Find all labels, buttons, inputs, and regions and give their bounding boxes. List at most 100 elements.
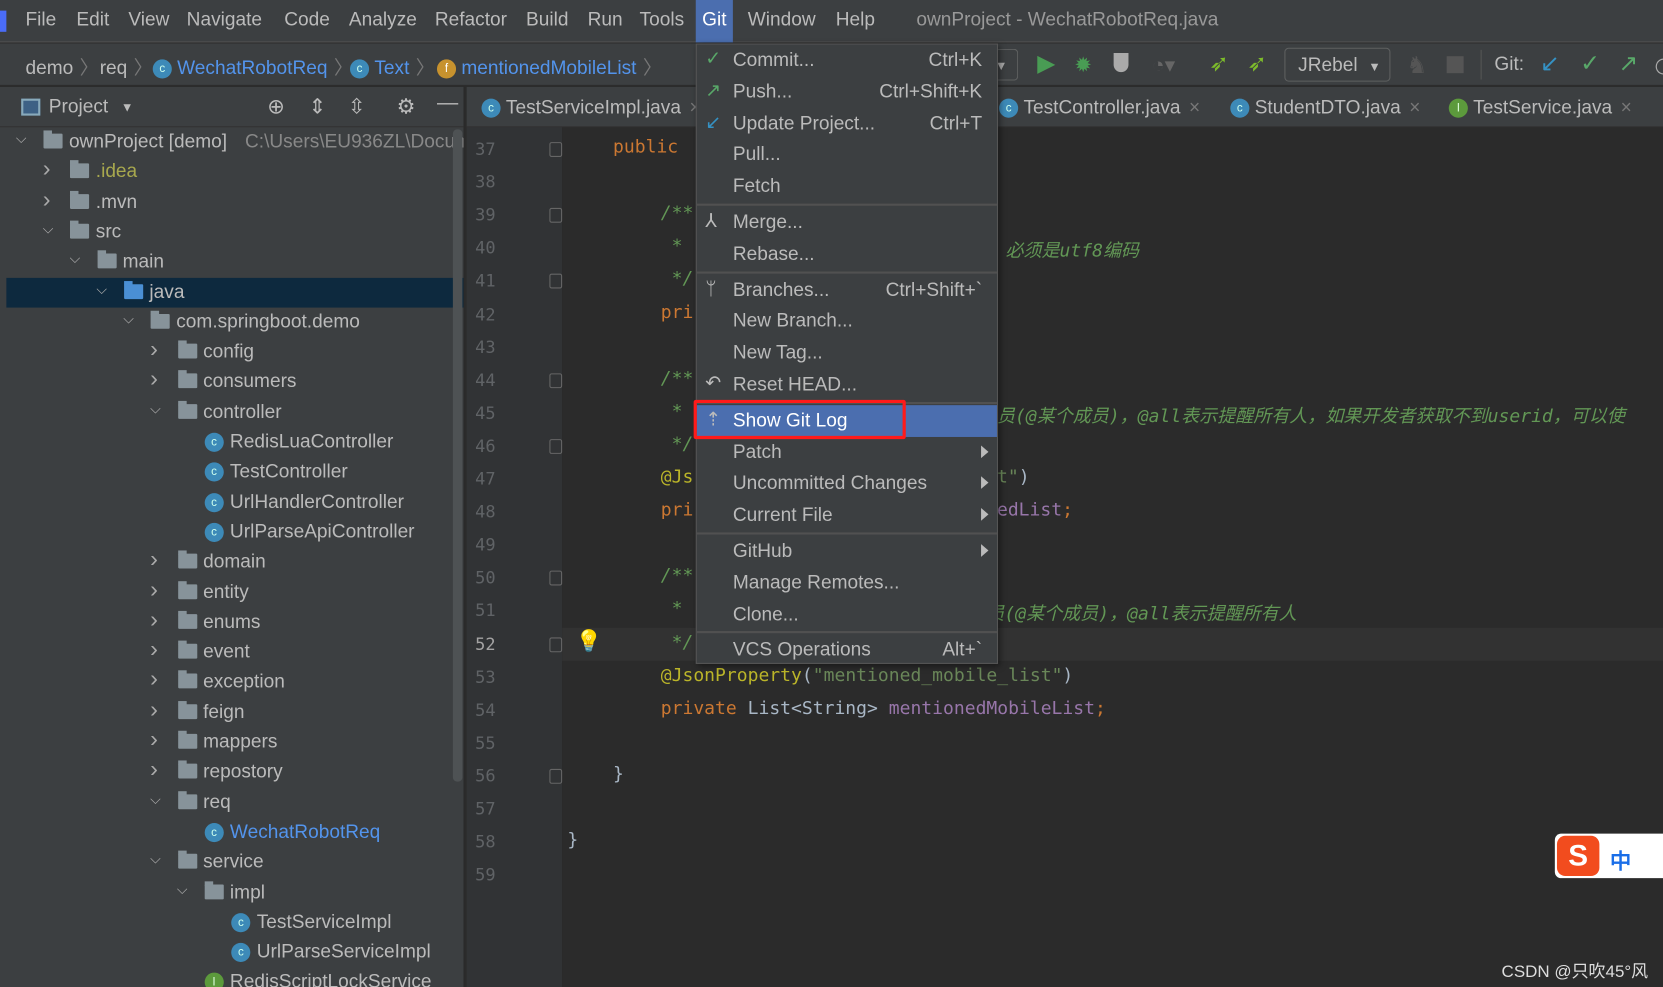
chevron-right-icon[interactable]: › <box>150 335 158 363</box>
tree-item-impl[interactable]: ⌵ impl <box>6 878 463 908</box>
chevron-right-icon[interactable]: › <box>150 635 158 663</box>
tab-testservice-java[interactable]: I TestService.java × <box>1448 97 1632 119</box>
menu-item-new-branch[interactable]: New Branch... <box>697 306 997 338</box>
menu-item-vcs-operations[interactable]: VCS Operations Alt+` <box>697 635 997 667</box>
menu-item-commit[interactable]: ✓ Commit... Ctrl+K <box>697 45 997 77</box>
menu-run[interactable]: Run <box>588 8 623 30</box>
chevron-right-icon[interactable]: › <box>150 545 158 573</box>
fold-marker-icon[interactable] <box>549 570 563 586</box>
menu-code[interactable]: Code <box>284 8 330 30</box>
tree-item-java[interactable]: ⌵ java <box>6 277 464 308</box>
chevron-right-icon[interactable]: › <box>150 725 158 753</box>
menu-analyze[interactable]: Analyze <box>349 8 417 30</box>
menu-item-current-file[interactable]: Current File <box>697 500 997 532</box>
chevron-down-icon[interactable]: ⌵ <box>177 881 187 898</box>
chevron-down-icon[interactable]: ⌵ <box>150 791 160 808</box>
tree-item-req[interactable]: ⌵ req <box>6 788 463 818</box>
expand-all-icon[interactable]: ⇕ <box>309 93 327 120</box>
menu-item-clone[interactable]: Clone... <box>697 599 997 631</box>
menu-navigate[interactable]: Navigate <box>187 8 262 30</box>
chevron-down-icon[interactable]: ⌵ <box>123 311 133 328</box>
fold-marker-icon[interactable] <box>549 768 563 784</box>
tree-item-repostory[interactable]: › repostory <box>6 755 463 788</box>
tree-item-redisluacontroller[interactable]: c RedisLuaController <box>6 427 463 457</box>
menu-item-fetch[interactable]: Fetch <box>697 171 997 203</box>
tree-item-urlhandlercontroller[interactable]: c UrlHandlerController <box>6 487 463 517</box>
chevron-right-icon[interactable]: › <box>150 575 158 603</box>
breadcrumb-demo[interactable]: demo 〉 <box>25 53 98 81</box>
chevron-right-icon[interactable]: › <box>43 155 51 183</box>
tree-item-exception[interactable]: › exception <box>6 665 463 698</box>
run-config-select[interactable]: JRebel ▼ <box>1284 47 1391 82</box>
stop-icon[interactable] <box>1446 56 1464 74</box>
tree-item-controller[interactable]: ⌵ controller <box>6 397 463 427</box>
tree-item-main[interactable]: ⌵ main <box>6 247 463 277</box>
menu-item-new-tag[interactable]: New Tag... <box>697 337 997 369</box>
tree-item-consumers[interactable]: › consumers <box>6 365 463 397</box>
breadcrumb-req[interactable]: req 〉 <box>100 53 153 81</box>
jrebel-debug-icon[interactable]: ➶ <box>1247 50 1267 78</box>
rerun-icon[interactable]: ♞ <box>1406 52 1427 80</box>
tree-item-testserviceimpl[interactable]: c TestServiceImpl <box>6 908 463 938</box>
tree-item-mappers[interactable]: › mappers <box>6 725 463 758</box>
menu-item-github[interactable]: GitHub <box>697 536 997 568</box>
tree-item-ownproject-demo-[interactable]: ⌵ ownProject [demo] C:\Users\EU936ZL\Docum <box>6 127 463 157</box>
project-view-dropdown-icon[interactable]: ▼ <box>121 100 134 115</box>
menu-file[interactable]: File <box>25 8 56 30</box>
breadcrumb-text[interactable]: c Text 〉 <box>349 53 435 81</box>
chevron-down-icon[interactable]: ⌵ <box>96 281 106 298</box>
menu-item-patch[interactable]: Patch <box>697 437 997 469</box>
history-icon[interactable]: ◷ <box>1655 52 1663 79</box>
menu-view[interactable]: View <box>128 8 169 30</box>
tree-item-event[interactable]: › event <box>6 635 463 668</box>
intention-bulb-icon[interactable]: 💡 <box>576 628 602 655</box>
chevron-down-icon[interactable]: ⌵ <box>16 130 26 147</box>
menu-git[interactable]: Git <box>695 0 733 43</box>
chevron-right-icon[interactable]: › <box>150 605 158 633</box>
menu-tools[interactable]: Tools <box>640 8 685 30</box>
tree-item-testcontroller[interactable]: c TestController <box>6 457 463 487</box>
menu-item-reset-head[interactable]: ↶ Reset HEAD... <box>697 369 997 401</box>
coverage-icon[interactable] <box>1113 53 1129 73</box>
tree-item-wechatrobotreq[interactable]: c WechatRobotReq <box>6 818 463 848</box>
menu-item-uncommitted-changes[interactable]: Uncommitted Changes <box>697 468 997 500</box>
tree-item-config[interactable]: › config <box>6 335 463 367</box>
fold-marker-icon[interactable] <box>549 372 563 388</box>
fold-marker-icon[interactable] <box>549 208 563 223</box>
menu-item-manage-remotes[interactable]: Manage Remotes... <box>697 567 997 599</box>
menu-item-update-project[interactable]: ↙ Update Project... Ctrl+T <box>697 108 997 140</box>
project-panel-title[interactable]: Project <box>49 95 108 117</box>
settings-gear-icon[interactable]: ⚙ <box>397 93 416 120</box>
hide-panel-icon[interactable]: — <box>437 91 458 115</box>
close-tab-icon[interactable]: × <box>1189 97 1200 118</box>
tree-item-service[interactable]: ⌵ service <box>6 848 463 878</box>
tree-item-enums[interactable]: › enums <box>6 605 463 638</box>
chevron-down-icon[interactable]: ⌵ <box>70 251 80 268</box>
profile-icon[interactable]: ◔▾ <box>1152 52 1175 79</box>
git-update-icon[interactable]: ↙ <box>1540 50 1560 78</box>
run-icon[interactable]: ▶ <box>1037 50 1055 78</box>
tab-studentdto-java[interactable]: c StudentDTO.java × <box>1230 97 1420 119</box>
chevron-right-icon[interactable]: › <box>150 365 158 393</box>
close-tab-icon[interactable]: × <box>1621 97 1632 118</box>
tree-item-urlparseserviceimpl[interactable]: c UrlParseServiceImpl <box>6 938 463 968</box>
tree-item-urlparseapicontroller[interactable]: c UrlParseApiController <box>6 517 463 547</box>
git-commit-icon[interactable]: ✓ <box>1580 50 1600 78</box>
collapse-all-icon[interactable]: ⇳ <box>348 93 366 120</box>
fold-marker-icon[interactable] <box>549 274 563 289</box>
locate-icon[interactable]: ⊕ <box>267 93 285 120</box>
chevron-right-icon[interactable]: › <box>150 665 158 693</box>
tree-item-entity[interactable]: › entity <box>6 575 463 607</box>
tree-item-com-springboot-demo[interactable]: ⌵ com.springboot.demo <box>6 307 463 337</box>
tree-scrollbar[interactable] <box>452 129 463 782</box>
menu-item-rebase[interactable]: Rebase... <box>697 238 997 270</box>
tab-testcontroller-java[interactable]: c TestController.java × <box>999 97 1200 119</box>
jrebel-run-icon[interactable]: ➶ <box>1209 50 1229 78</box>
menu-refactor[interactable]: Refactor <box>435 8 507 30</box>
breadcrumb-mentionedmobilelist[interactable]: f mentionedMobileList 〉 <box>436 53 662 81</box>
menu-window[interactable]: Window <box>748 8 816 30</box>
chevron-down-icon[interactable]: ⌵ <box>150 401 160 418</box>
breadcrumb-wechatrobotreq[interactable]: c WechatRobotReq 〉 <box>152 53 353 81</box>
tree-item-src[interactable]: ⌵ src <box>6 217 463 247</box>
close-tab-icon[interactable]: × <box>1409 97 1420 118</box>
